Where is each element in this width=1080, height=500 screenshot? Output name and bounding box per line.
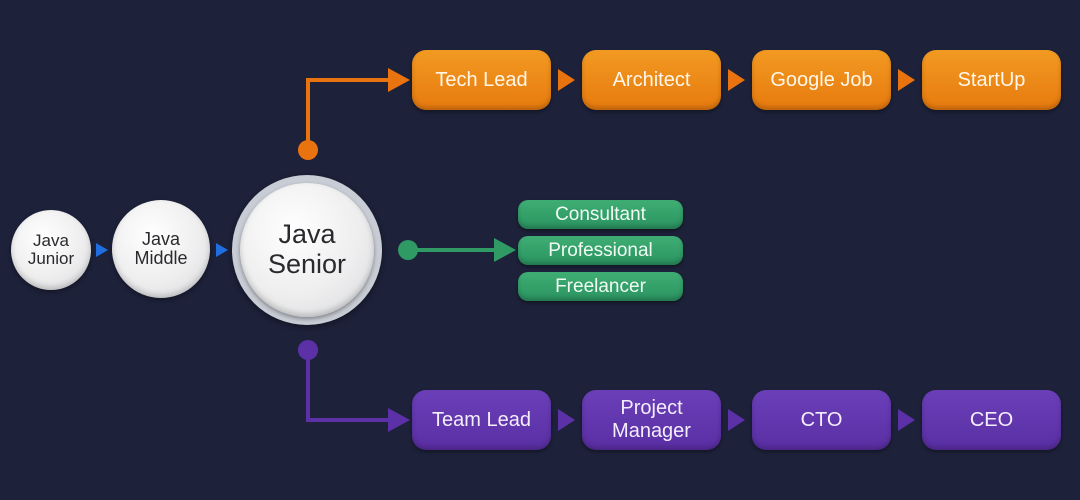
- arrow-right-icon: [216, 243, 228, 257]
- arrow-right-icon: [898, 69, 915, 91]
- orange-connector-arrowhead: [388, 68, 410, 92]
- arrow-right-icon: [728, 409, 745, 431]
- step-label: Project: [620, 397, 683, 419]
- step-label: Manager: [612, 420, 691, 442]
- node-label: Java: [33, 230, 69, 250]
- node-label: Middle: [134, 248, 188, 268]
- step-startup: StartUp: [922, 50, 1061, 110]
- career-path-diagram: Java Junior Java Middle Java Senior Tech Le…: [0, 0, 1080, 500]
- step-tech-lead: Tech Lead: [412, 50, 551, 110]
- step-team-lead: Team Lead: [412, 390, 551, 450]
- node-label: Senior: [267, 249, 347, 279]
- node-java-middle: Java Middle: [112, 200, 210, 298]
- node-label: Junior: [27, 249, 75, 268]
- option-freelancer: Freelancer: [518, 272, 683, 301]
- node-label: Java: [141, 228, 181, 249]
- step-google-job: Google Job: [752, 50, 891, 110]
- green-connector-arrowhead: [494, 238, 516, 262]
- node-java-senior: Java Senior: [240, 183, 374, 317]
- arrow-right-icon: [728, 69, 745, 91]
- step-label: CTO: [800, 408, 843, 431]
- option-professional: Professional: [518, 236, 683, 265]
- step-project-manager: Project Manager: [582, 390, 721, 450]
- node-label: Java: [278, 219, 336, 250]
- arrow-right-icon: [558, 409, 575, 431]
- step-architect: Architect: [582, 50, 721, 110]
- step-label: Team Lead: [432, 408, 531, 431]
- step-cto: CTO: [752, 390, 891, 450]
- arrow-right-icon: [558, 69, 575, 91]
- step-label: CEO: [969, 408, 1014, 431]
- purple-connector-arrowhead: [388, 408, 410, 432]
- node-java-junior: Java Junior: [11, 210, 91, 290]
- step-ceo: CEO: [922, 390, 1061, 450]
- purple-connector-line: [306, 350, 392, 422]
- arrow-right-icon: [96, 243, 108, 257]
- arrow-right-icon: [898, 409, 915, 431]
- orange-connector-line: [306, 78, 392, 150]
- option-consultant: Consultant: [518, 200, 683, 229]
